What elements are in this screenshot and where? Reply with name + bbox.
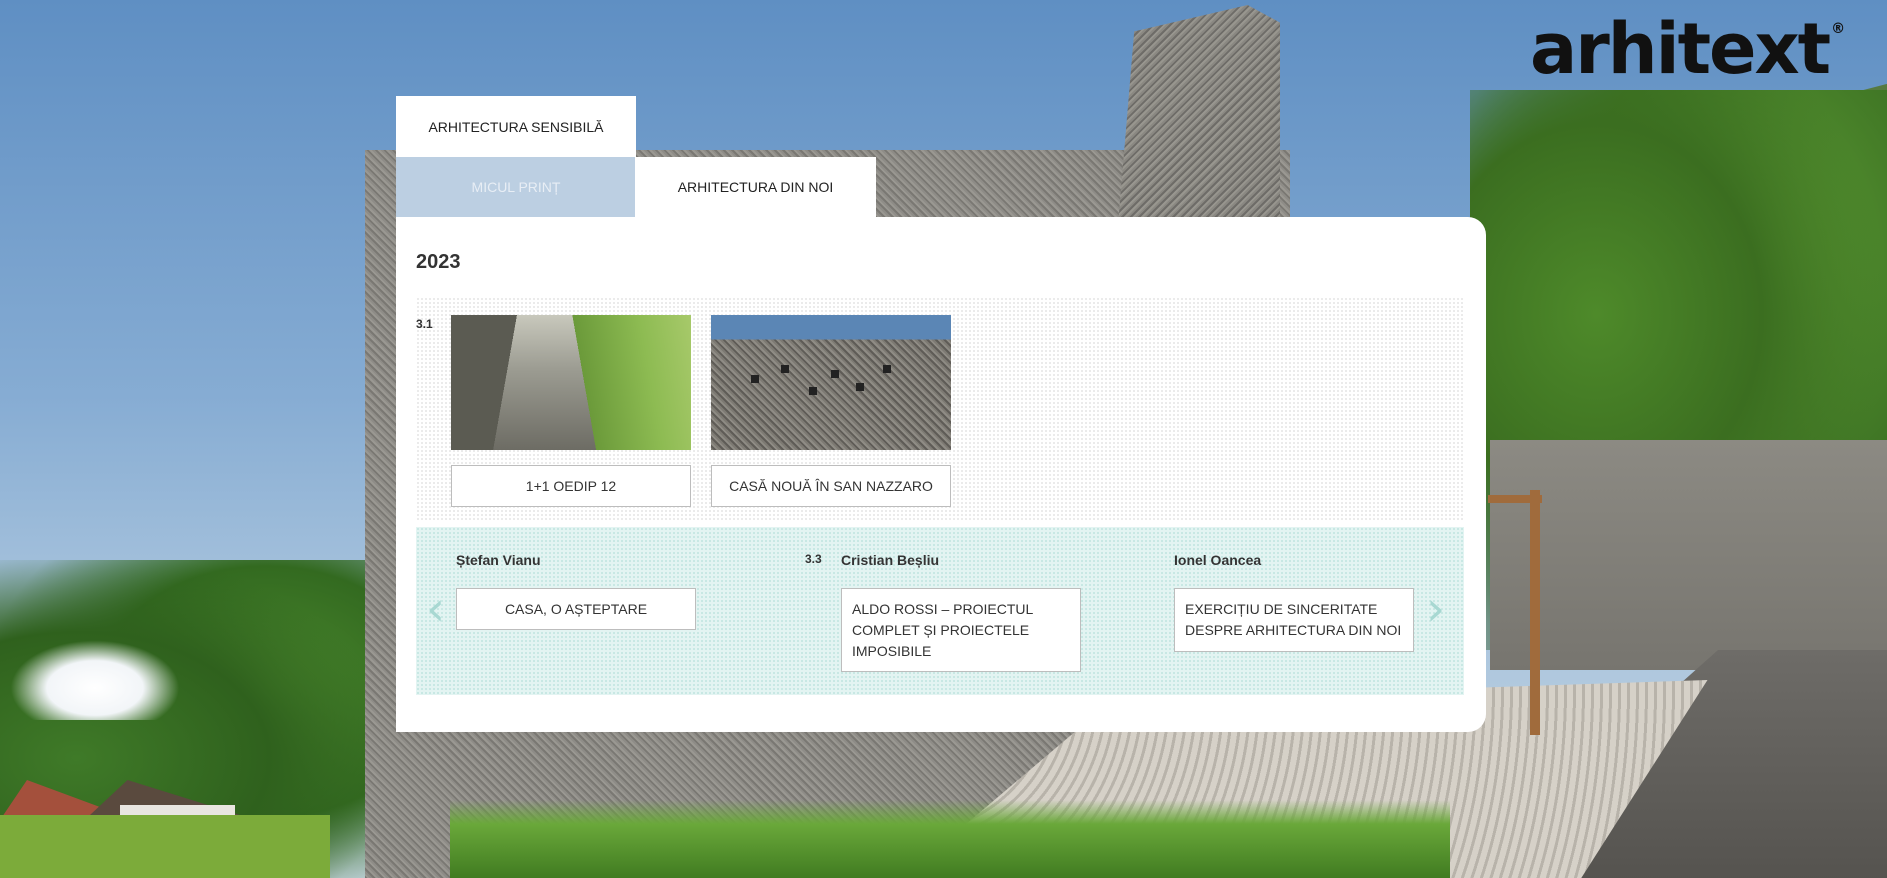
issue-number: 3.1	[416, 317, 433, 331]
tab-arhitectura-sensibila[interactable]: ARHITECTURA SENSIBILĂ	[396, 96, 636, 158]
article-button[interactable]: CASA, O AȘTEPTARE	[456, 588, 696, 630]
author-name: Cristian Beșliu	[841, 552, 940, 568]
issue-number: 3.3	[805, 552, 822, 566]
article-thumbnail[interactable]	[451, 315, 691, 450]
content-panel: 2023 3.1 1+1 OEDIP 12 CASĂ NOUĂ ÎN SAN N…	[396, 217, 1486, 732]
author-name: Ștefan Vianu	[456, 552, 541, 568]
chevron-left-icon[interactable]: ‹	[426, 585, 445, 633]
article-button[interactable]: CASĂ NOUĂ ÎN SAN NAZZARO	[711, 465, 951, 507]
article-thumbnail[interactable]	[711, 315, 951, 450]
year-heading: 2023	[416, 251, 461, 273]
tab-micul-print[interactable]: MICUL PRINȚ	[396, 157, 636, 217]
author-name: Ionel Oancea	[1174, 552, 1262, 568]
article-button[interactable]: ALDO ROSSI – PROIECTUL COMPLET ȘI PROIEC…	[841, 588, 1081, 672]
site-logo[interactable]: arhitext ®	[1530, 14, 1845, 84]
chevron-right-icon[interactable]: ›	[1426, 585, 1445, 633]
article-button[interactable]: EXERCIȚIU DE SINCERITATE DESPRE ARHITECT…	[1174, 588, 1414, 652]
tab-arhitectura-din-noi[interactable]: ARHITECTURA DIN NOI	[635, 157, 876, 217]
article-button[interactable]: 1+1 OEDIP 12	[451, 465, 691, 507]
